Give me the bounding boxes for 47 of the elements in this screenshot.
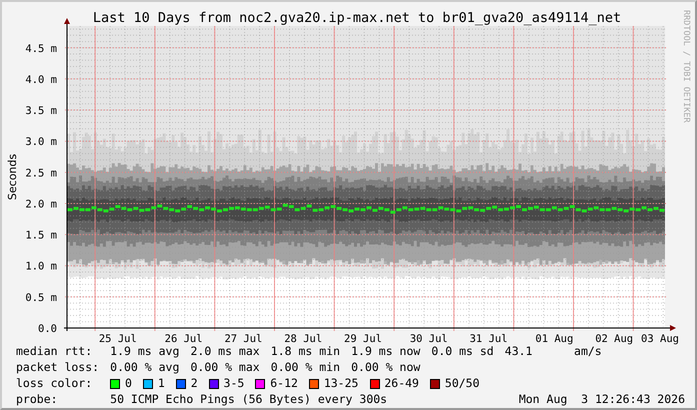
stat-value: 0.00 % min: [270, 360, 340, 376]
x-tick-label: 03 Aug: [641, 333, 679, 345]
loss-range-label: 0: [125, 376, 132, 392]
probe-text: 50 ICMP Echo Pings (56 Bytes) every 300s: [110, 392, 388, 408]
loss-range-label: 50/50: [444, 376, 480, 392]
y-tick-label: 2.0 m: [25, 198, 57, 210]
stat-value: 2.0 ms max: [190, 344, 260, 360]
legend-label: median rtt:: [16, 344, 94, 360]
stat-value: 0.00 % max: [190, 360, 260, 376]
x-tick-label: 29 Jul: [344, 333, 382, 345]
stat-value: 0.0 ms sd: [431, 344, 494, 360]
stat-value: 1.9 ms avg: [110, 344, 180, 360]
y-tick-label: 1.0 m: [25, 260, 57, 273]
x-tick-label: 26 Jul: [164, 333, 203, 345]
x-tick-label: 30 Jul: [410, 333, 448, 345]
y-tick-label: 3.5 m: [25, 105, 57, 118]
stat-value: 0.00 % now: [351, 360, 420, 376]
loss-range-label: 6-12: [270, 376, 298, 392]
x-tick-label: 31 Jul: [470, 333, 508, 345]
loss-range-label: 13-25: [324, 376, 358, 392]
timestamp: Mon Aug 3 12:26:43 2026: [518, 392, 685, 408]
credit-text: RRDTOOL / TOBI OETIKER: [681, 10, 691, 123]
loss-range-label: 2: [190, 376, 198, 392]
y-axis-label: Seconds: [6, 154, 19, 200]
y-tick-label: 0.0: [38, 323, 57, 335]
y-tick-label: 3.0 m: [25, 136, 57, 148]
stat-value: 1.8 ms min: [270, 344, 340, 360]
y-tick-label: 1.5 m: [25, 230, 57, 242]
x-tick-label: 25 Jul: [98, 333, 137, 345]
loss-range-label: 1: [158, 376, 165, 392]
x-tick-label: 27 Jul: [224, 333, 262, 345]
y-tick-label: 2.5 m: [25, 167, 57, 180]
y-tick-label: 0.5 m: [25, 292, 57, 304]
stat-value: 0.00 % avg: [110, 360, 180, 376]
legend-label: loss color:: [16, 376, 94, 392]
x-tick-label: 01 Aug: [535, 333, 574, 345]
x-tick-label: 02 Aug: [595, 333, 634, 345]
loss-range-label: 26-49: [384, 376, 419, 392]
y-tick-label: 4.5 m: [25, 42, 57, 55]
legend-label: probe:: [16, 392, 59, 408]
y-tick-label: 4.0 m: [25, 74, 57, 86]
stat-value: 1.9 ms now: [351, 344, 420, 360]
legend-label: packet loss:: [16, 360, 100, 376]
loss-range-label: 3-5: [224, 376, 244, 392]
x-tick-label: 28 Jul: [284, 333, 322, 345]
stat-value: 43.1 am/s: [504, 344, 602, 360]
graph-title: Last 10 Days from noc2.gva20.ip-max.net to br01_gva20_as49114_net: [92, 10, 622, 26]
